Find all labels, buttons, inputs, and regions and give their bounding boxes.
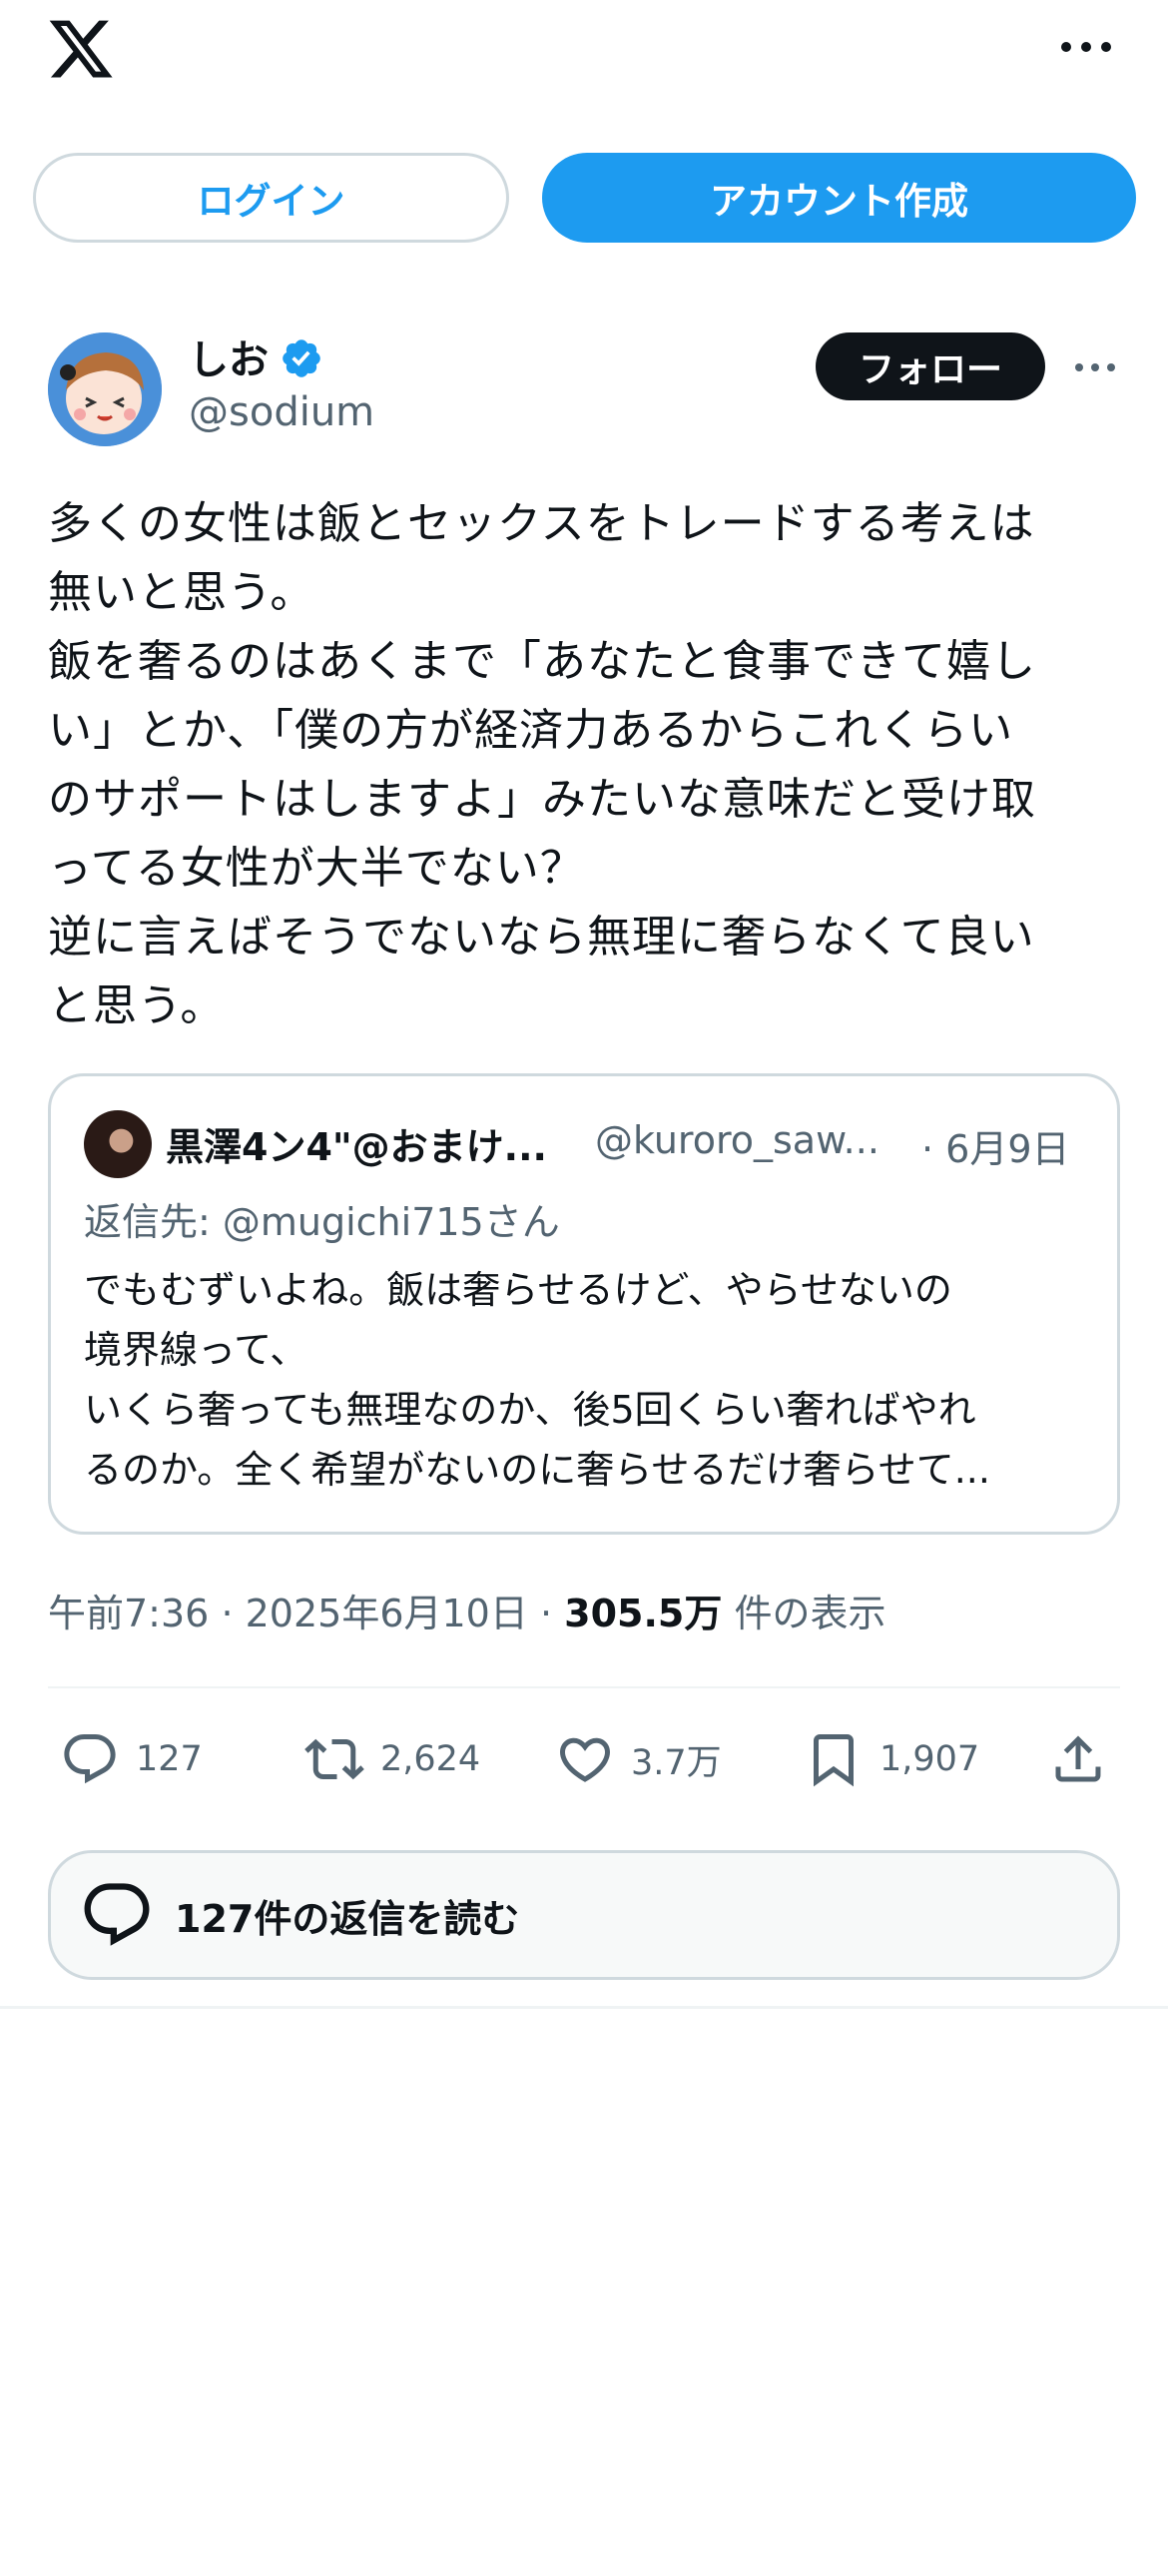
- quoted-author-name: 黒澤4ン4"@おまけ...: [166, 1125, 547, 1169]
- quoted-author-handle: @kuroro_saw...: [595, 1118, 879, 1162]
- reply-icon: [64, 1734, 116, 1784]
- read-replies-button[interactable]: 127件の返信を読む: [48, 1850, 1120, 1980]
- like-count: 3.7万: [631, 1742, 722, 1783]
- heart-icon: [559, 1737, 611, 1782]
- verified-badge-icon: [283, 339, 320, 377]
- author-name[interactable]: しお: [189, 327, 269, 385]
- views-count: 305.5万: [564, 1592, 723, 1635]
- share-button[interactable]: [1048, 1729, 1124, 1789]
- quoted-date: · 6月9日: [921, 1127, 1070, 1171]
- quoted-reply-to: 返信先: @mugichi715さん: [84, 1200, 560, 1244]
- like-button[interactable]: 3.7万: [555, 1729, 722, 1789]
- x-logo-icon[interactable]: [46, 14, 116, 84]
- repost-count: 2,624: [380, 1739, 481, 1779]
- follow-button[interactable]: フォロー: [816, 332, 1045, 400]
- meta-separator: ·: [539, 1592, 553, 1635]
- author-handle[interactable]: @sodium: [189, 389, 374, 435]
- reply-count: 127: [136, 1739, 203, 1779]
- reply-button[interactable]: 127: [60, 1729, 203, 1789]
- bookmark-count: 1,907: [879, 1739, 980, 1779]
- avatar[interactable]: [48, 332, 162, 446]
- post-time[interactable]: 午前7:36: [48, 1592, 209, 1635]
- repost-button[interactable]: 2,624: [304, 1729, 480, 1789]
- bookmark-icon: [814, 1734, 854, 1787]
- divider: [0, 2006, 1168, 2009]
- post-more-icon[interactable]: [1075, 362, 1115, 372]
- quoted-avatar: [84, 1110, 152, 1178]
- post-text: 多くの女性は飯とセックスをトレードする考えは 無いと思う。 飯を奢るのはあくまで…: [48, 498, 1036, 1031]
- views-label: 件の表示: [734, 1592, 886, 1635]
- login-button[interactable]: ログイン: [33, 153, 509, 243]
- repost-icon: [304, 1738, 364, 1780]
- post-date[interactable]: 2025年6月10日: [246, 1592, 528, 1635]
- post-meta: 午前7:36 · 2025年6月10日 · 305.5万 件の表示: [48, 1583, 885, 1637]
- create-account-button[interactable]: アカウント作成: [542, 153, 1136, 243]
- quoted-text: でもむずいよね。飯は奢らせるけど、やらせないの 境界線って、 いくら奢っても無理…: [84, 1268, 990, 1492]
- share-icon: [1055, 1735, 1101, 1782]
- reply-icon: [84, 1883, 150, 1946]
- more-options-icon[interactable]: [1061, 40, 1111, 54]
- divider: [48, 1686, 1120, 1688]
- read-replies-label: 127件の返信を読む: [175, 1896, 520, 1941]
- meta-separator: ·: [221, 1592, 234, 1635]
- bookmark-button[interactable]: 1,907: [804, 1729, 979, 1789]
